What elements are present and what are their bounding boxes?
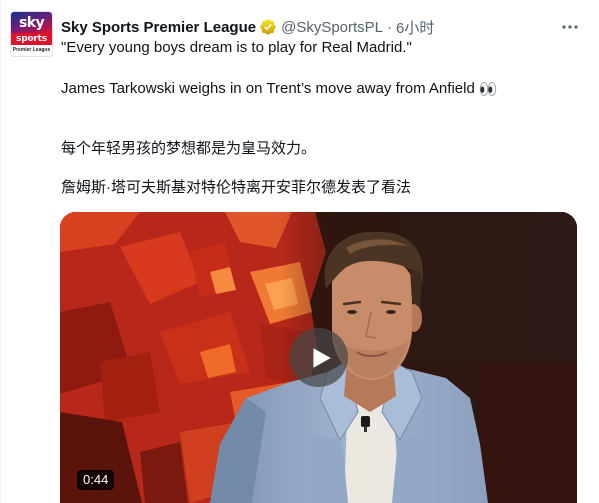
- tweet-header: Sky Sports Premier League @SkySportsPL ·…: [61, 17, 434, 37]
- avatar-logo-sky: sky: [11, 12, 52, 33]
- avatar-logo-premier-league: Premier League: [12, 47, 51, 53]
- tweet-text-chinese-2: 詹姆斯·塔可夫斯基对特伦特离开安菲尔德发表了看法: [61, 179, 411, 196]
- author-display-name[interactable]: Sky Sports Premier League: [61, 19, 256, 36]
- tweet-text-line: James Tarkowski weighs in on Trent’s mov…: [61, 79, 497, 99]
- play-button[interactable]: [289, 328, 348, 387]
- tweet-text-line: 每个年轻男孩的梦想都是为皇马效力。: [61, 139, 316, 159]
- verified-badge-icon: [259, 18, 277, 36]
- tweet-text-chinese-1: 每个年轻男孩的梦想都是为皇马效力。: [61, 140, 317, 157]
- tweet-text-line: 詹姆斯·塔可夫斯基对特伦特离开安菲尔德发表了看法: [61, 178, 411, 198]
- avatar-logo-sports: sports: [11, 33, 52, 45]
- tweet-text-quote: "Every young boys dream is to play for R…: [61, 39, 412, 56]
- tweet-text-line: "Every young boys dream is to play for R…: [61, 38, 412, 58]
- tweet[interactable]: sky sports Premier League Sky Sports Pre…: [0, 0, 599, 503]
- video-duration-badge: 0:44: [77, 470, 115, 490]
- eyes-emoji-icon: [479, 81, 497, 97]
- timeline-column-border: [0, 0, 1, 503]
- author-handle[interactable]: @SkySportsPL: [281, 19, 383, 36]
- video-player[interactable]: 0:44: [60, 212, 577, 503]
- tweet-text-english: James Tarkowski weighs in on Trent’s mov…: [61, 80, 475, 97]
- tweet-timestamp[interactable]: 6小时: [396, 17, 434, 38]
- separator-dot: ·: [387, 18, 393, 36]
- play-icon: [312, 347, 331, 368]
- more-options-icon[interactable]: [561, 18, 579, 36]
- avatar[interactable]: sky sports Premier League: [11, 12, 52, 56]
